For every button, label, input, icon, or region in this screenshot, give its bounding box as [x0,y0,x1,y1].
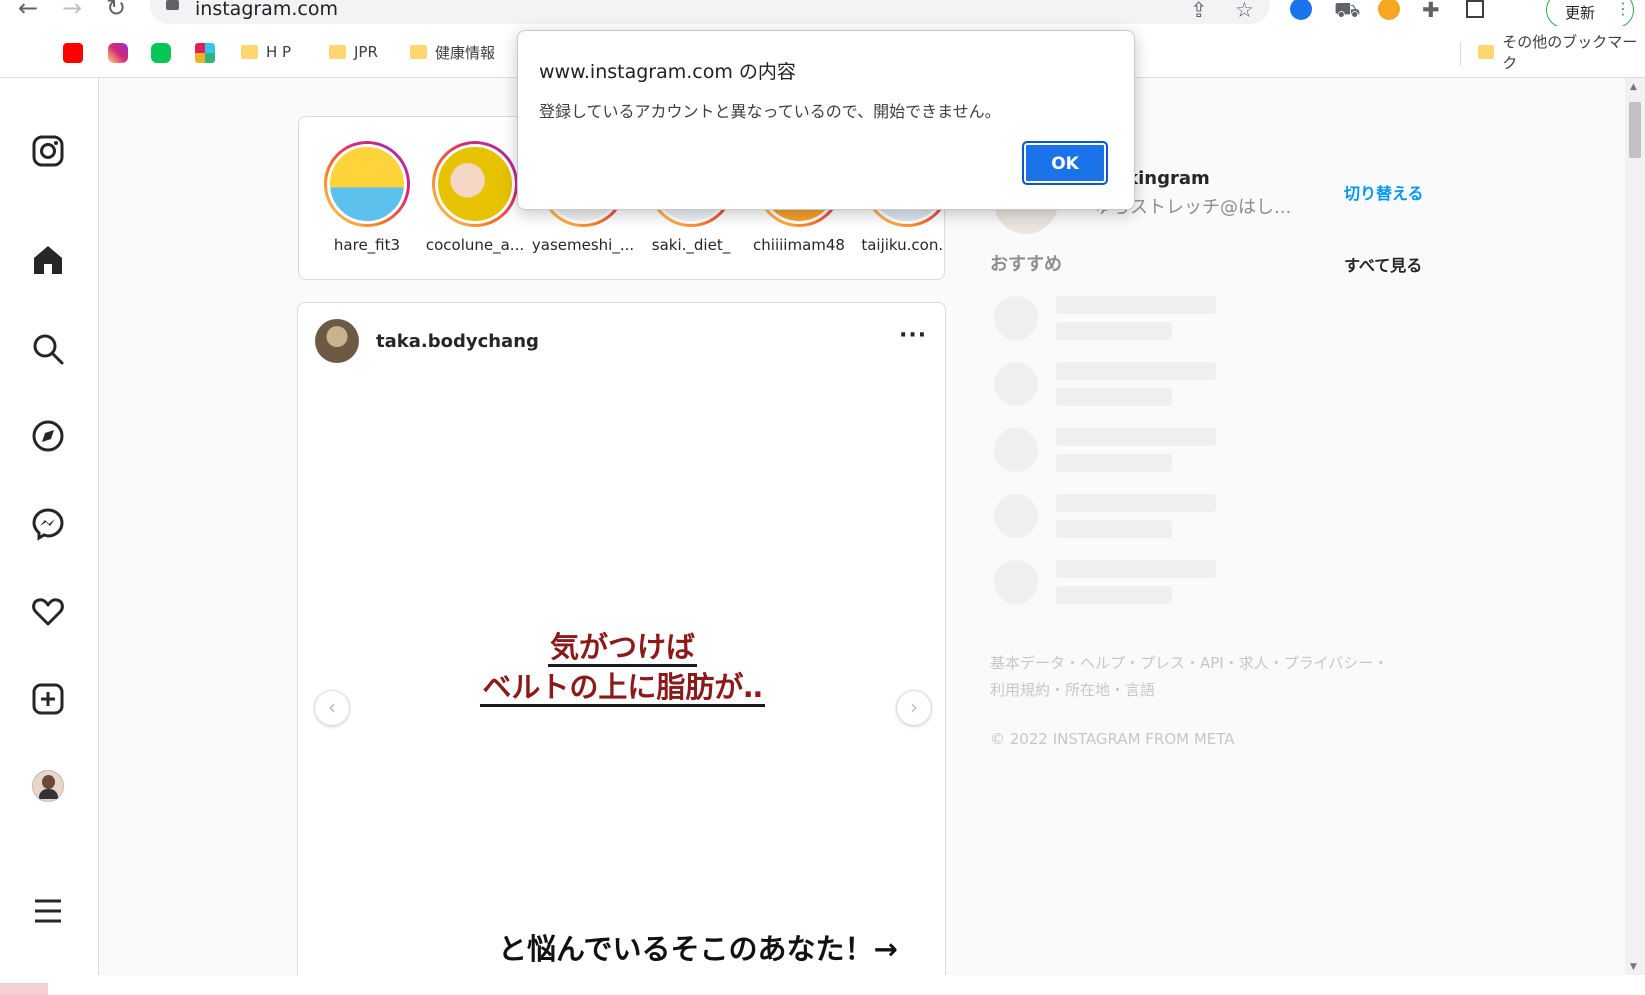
monkey-extension-icon[interactable] [1378,0,1400,20]
ok-button[interactable]: OK [1022,141,1108,185]
other-bookmarks-label: その他のブックマーク [1502,33,1638,72]
suggestion-placeholder [994,494,1434,542]
alert-dialog: www.instagram.com の内容 登録しているアカウントと異なっている… [517,30,1135,210]
footer-line-2[interactable]: 利用規約・所在地・言語 [990,677,1388,704]
switch-account-link[interactable]: 切り替える [1344,180,1424,204]
suggestion-placeholder [994,428,1434,476]
story-username: yasemeshi_... [531,236,635,254]
scroll-down-icon[interactable]: ▼ [1630,962,1637,972]
footer-links[interactable]: 基本データ・ヘルプ・プレス・API・求人・プライバシー・ 利用規約・所在地・言語 [990,650,1388,704]
scroll-up-icon[interactable]: ▲ [1630,82,1637,92]
bookmark-label: JPR [354,43,378,61]
bookmarks-divider [1460,42,1461,66]
story-item[interactable]: cocolune_a... [423,141,527,254]
caption-line-2: ベルトの上に脂肪が‥ [480,670,765,707]
line-icon[interactable] [151,43,171,63]
bookmark-label: 健康情報 [435,43,496,62]
suggestions-title: おすすめ [990,254,1062,275]
heart-icon[interactable] [30,593,66,629]
story-username: chiiiimam48 [753,236,845,254]
suggestion-placeholder [994,362,1434,410]
post-header: taka.bodychang ··· [298,303,945,382]
cart-extension-icon[interactable]: ⛟ [1334,0,1360,25]
bookmark-hp[interactable]: H P [241,40,291,64]
lock-icon[interactable] [166,0,179,10]
story-item[interactable]: hare_fit3 [315,141,419,254]
menu-kebab-icon: ⋮ [1615,0,1631,18]
post-image-bottom-text: と悩んでいるそこのあなた！→ [498,932,898,966]
slack-icon[interactable] [195,43,215,63]
back-icon[interactable]: ← [18,0,38,22]
extensions-puzzle-icon[interactable]: ✚ [1422,0,1440,22]
bottom-pink-block [0,983,48,995]
share-icon[interactable]: ⇪ [1190,0,1208,22]
post-image[interactable]: 気がつけば ベルトの上に脂肪が‥ と悩んでいるそこのあなた！→ ‹ › [298,381,945,994]
home-icon[interactable] [30,242,66,278]
search-icon[interactable] [30,331,66,367]
suggestion-placeholder [994,560,1434,608]
post-author-avatar[interactable] [315,319,359,363]
caption-line-1: 気がつけば [547,630,697,667]
messenger-icon[interactable] [30,506,66,542]
feed-post: taka.bodychang ··· 気がつけば ベルトの上に脂肪が‥ と悩んで… [297,302,946,995]
instagram-logo-icon[interactable] [30,133,66,169]
see-all-link[interactable]: すべて見る [1344,252,1422,276]
scrollbar-thumb[interactable] [1629,102,1641,158]
post-image-caption: 気がつけば ベルトの上に脂肪が‥ [298,627,945,707]
story-avatar [327,144,407,224]
carousel-prev-icon[interactable]: ‹ [314,690,350,726]
menu-hamburger-icon[interactable] [30,893,66,929]
browser-toolbar: ← → ↻ instagram.com ⇪ ☆ ⛟ ✚ 更新 ⋮ [0,0,1645,28]
dialog-message: 登録しているアカウントと異なっているので、開始できません。 [539,102,1001,121]
side-panel-icon[interactable] [1466,0,1484,18]
footer-line-1[interactable]: 基本データ・ヘルプ・プレス・API・求人・プライバシー・ [990,650,1388,677]
explore-compass-icon[interactable] [30,418,66,454]
right-sidebar: ikingram ゆらストレッチ@はし... 切り替える おすすめ すべて見る … [990,150,1430,790]
more-options-icon[interactable]: ··· [899,323,927,348]
extension-icon[interactable] [1290,0,1312,20]
story-username: cocolune_a... [425,236,525,254]
story-username: taijiku.con... [861,236,945,254]
post-username[interactable]: taka.bodychang [376,331,539,352]
bookmark-jpr[interactable]: JPR [329,40,378,64]
story-ring [324,141,410,227]
create-post-icon[interactable] [30,681,66,717]
page-scrollbar[interactable]: ▲ ▼ [1625,78,1645,975]
url-text[interactable]: instagram.com [195,0,338,20]
instagram-left-nav [0,78,99,975]
story-avatar [435,144,515,224]
folder-icon [410,45,427,59]
youtube-icon[interactable] [63,43,83,63]
folder-icon [1478,45,1495,59]
forward-icon[interactable]: → [62,0,82,22]
carousel-next-icon[interactable]: › [896,690,932,726]
update-button[interactable]: 更新 ⋮ [1546,0,1634,28]
story-username: hare_fit3 [333,236,401,254]
bookmark-star-icon[interactable]: ☆ [1235,0,1254,22]
update-label: 更新 [1565,4,1596,22]
copyright: © 2022 INSTAGRAM FROM META [990,730,1235,748]
folder-icon [241,45,258,59]
story-ring [432,141,518,227]
bottom-strip [0,975,1645,995]
dialog-title: www.instagram.com の内容 [539,61,796,83]
reload-icon[interactable]: ↻ [106,0,126,22]
suggestion-placeholder [994,296,1434,344]
bookmark-health-info[interactable]: 健康情報 [410,40,495,64]
other-bookmarks[interactable]: その他のブックマーク [1478,33,1645,72]
instagram-bookmark-icon[interactable] [108,43,128,63]
bookmark-label: H P [266,43,292,61]
story-username: saki._diet_ [651,236,731,254]
folder-icon [329,45,346,59]
profile-avatar[interactable] [32,770,64,802]
